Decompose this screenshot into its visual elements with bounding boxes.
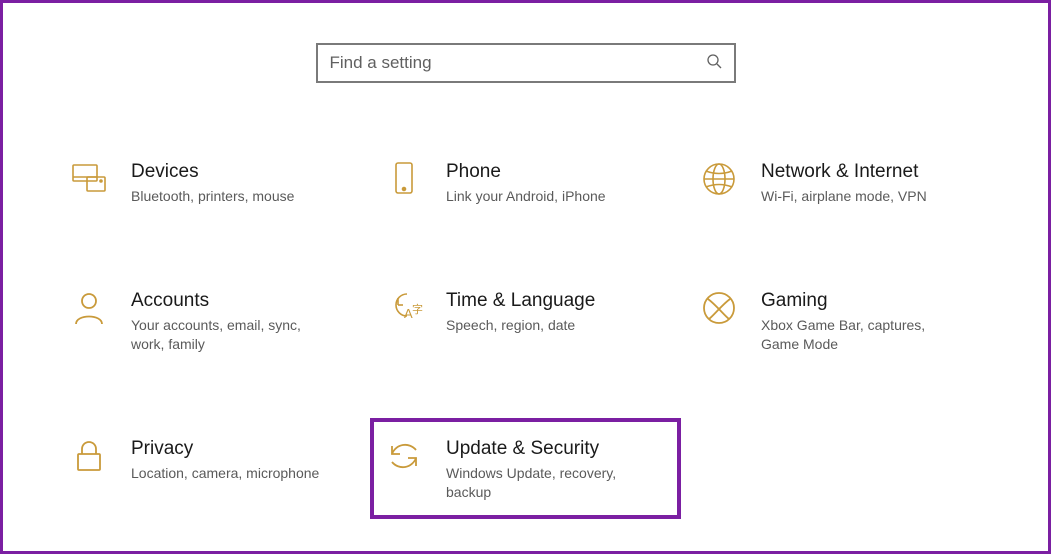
sync-icon: [384, 436, 424, 476]
search-input[interactable]: Find a setting: [316, 43, 736, 83]
search-icon: [706, 53, 722, 74]
tile-title: Gaming: [761, 290, 961, 312]
tile-text: Update & Security Windows Update, recove…: [446, 436, 646, 502]
tile-sub: Bluetooth, printers, mouse: [131, 187, 294, 206]
tile-text: Accounts Your accounts, email, sync, wor…: [131, 288, 331, 354]
tile-sub: Wi-Fi, airplane mode, VPN: [761, 187, 927, 206]
tile-title: Privacy: [131, 438, 319, 460]
svg-text:字: 字: [412, 302, 423, 316]
tile-devices[interactable]: Devices Bluetooth, printers, mouse: [63, 153, 358, 212]
tile-time-language[interactable]: A 字 Time & Language Speech, region, date: [378, 282, 673, 360]
tile-sub: Speech, region, date: [446, 316, 595, 335]
settings-window: Find a setting Devices Bluetooth, printe: [0, 0, 1051, 554]
tile-title: Accounts: [131, 290, 331, 312]
settings-grid: Devices Bluetooth, printers, mouse Phone…: [33, 153, 1018, 507]
tile-text: Network & Internet Wi-Fi, airplane mode,…: [761, 159, 927, 206]
tile-text: Privacy Location, camera, microphone: [131, 436, 319, 483]
tile-network[interactable]: Network & Internet Wi-Fi, airplane mode,…: [693, 153, 988, 212]
globe-icon: [699, 159, 739, 199]
tile-sub: Windows Update, recovery, backup: [446, 464, 646, 502]
phone-icon: [384, 159, 424, 199]
tile-privacy[interactable]: Privacy Location, camera, microphone: [63, 430, 358, 508]
tile-title: Devices: [131, 161, 294, 183]
search-wrap: Find a setting: [33, 43, 1018, 83]
tile-title: Phone: [446, 161, 606, 183]
tile-text: Phone Link your Android, iPhone: [446, 159, 606, 206]
search-placeholder: Find a setting: [330, 53, 432, 73]
tile-sub: Your accounts, email, sync, work, family: [131, 316, 331, 354]
empty-cell: [693, 430, 988, 508]
tile-gaming[interactable]: Gaming Xbox Game Bar, captures, Game Mod…: [693, 282, 988, 360]
tile-sub: Link your Android, iPhone: [446, 187, 606, 206]
tile-text: Time & Language Speech, region, date: [446, 288, 595, 335]
devices-icon: [69, 159, 109, 199]
tile-sub: Location, camera, microphone: [131, 464, 319, 483]
time-language-icon: A 字: [384, 288, 424, 328]
tile-title: Time & Language: [446, 290, 595, 312]
tile-phone[interactable]: Phone Link your Android, iPhone: [378, 153, 673, 212]
xbox-icon: [699, 288, 739, 328]
tile-accounts[interactable]: Accounts Your accounts, email, sync, wor…: [63, 282, 358, 360]
tile-sub: Xbox Game Bar, captures, Game Mode: [761, 316, 961, 354]
lock-icon: [69, 436, 109, 476]
tile-title: Update & Security: [446, 438, 646, 460]
tile-text: Devices Bluetooth, printers, mouse: [131, 159, 294, 206]
tile-text: Gaming Xbox Game Bar, captures, Game Mod…: [761, 288, 961, 354]
tile-title: Network & Internet: [761, 161, 927, 183]
tile-update-security[interactable]: Update & Security Windows Update, recove…: [370, 418, 681, 520]
person-icon: [69, 288, 109, 328]
